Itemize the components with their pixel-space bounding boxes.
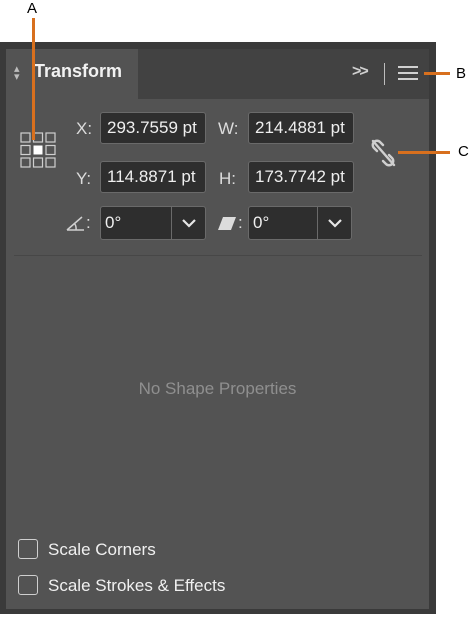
constrain-proportions-link-icon[interactable] xyxy=(368,137,398,169)
dropdown-divider xyxy=(317,207,318,239)
chevron-down-icon[interactable] xyxy=(327,216,343,230)
rotate-dropdown[interactable]: 0° xyxy=(100,206,206,240)
chevron-down-icon[interactable] xyxy=(181,216,197,230)
dropdown-divider xyxy=(171,207,172,239)
panel-title: Transform xyxy=(34,61,123,81)
scale-strokes-effects-label[interactable]: Scale Strokes & Effects xyxy=(48,576,225,596)
callout-c-label: C xyxy=(458,143,469,160)
scale-strokes-effects-checkbox[interactable] xyxy=(18,575,38,595)
callout-a-line xyxy=(32,18,35,140)
callout-a-label: A xyxy=(27,0,38,17)
section-divider xyxy=(14,255,422,256)
y-field[interactable]: 114.8871 pt xyxy=(100,161,206,193)
reference-point-icon[interactable] xyxy=(20,132,56,168)
h-label: H: xyxy=(219,169,236,188)
rotate-angle-icon xyxy=(66,216,84,231)
tab-bar-divider xyxy=(384,63,385,85)
x-field[interactable]: 293.7559 pt xyxy=(100,112,206,144)
shear-icon xyxy=(218,217,236,230)
rotate-colon: : xyxy=(86,213,91,232)
shear-colon: : xyxy=(238,213,243,232)
updown-arrows-icon: ▴ ▾ xyxy=(14,63,20,83)
callout-b-line xyxy=(424,72,450,75)
collapse-panel-icon[interactable]: >> xyxy=(352,63,369,81)
callout-c-line xyxy=(398,151,450,154)
scale-corners-checkbox[interactable] xyxy=(18,539,38,559)
transform-panel: ▴ ▾ Transform >> X: 293.7559 pt Y: 114.88… xyxy=(6,49,429,609)
x-label: X: xyxy=(76,119,93,138)
h-field[interactable]: 173.7742 pt xyxy=(248,161,354,193)
no-shape-properties-message: No Shape Properties xyxy=(138,379,297,398)
tab-transform[interactable]: ▴ ▾ Transform xyxy=(6,49,138,99)
w-label: W: xyxy=(218,119,239,138)
shear-value: 0° xyxy=(253,213,270,232)
w-field[interactable]: 214.4881 pt xyxy=(248,112,354,144)
panel-menu-icon[interactable] xyxy=(398,66,418,82)
shear-dropdown[interactable]: 0° xyxy=(248,206,352,240)
panel-tab-bar: ▴ ▾ Transform >> xyxy=(6,49,429,99)
scale-corners-label[interactable]: Scale Corners xyxy=(48,540,156,560)
y-label: Y: xyxy=(76,169,92,188)
rotate-value: 0° xyxy=(105,213,122,232)
callout-b-label: B xyxy=(456,65,467,82)
